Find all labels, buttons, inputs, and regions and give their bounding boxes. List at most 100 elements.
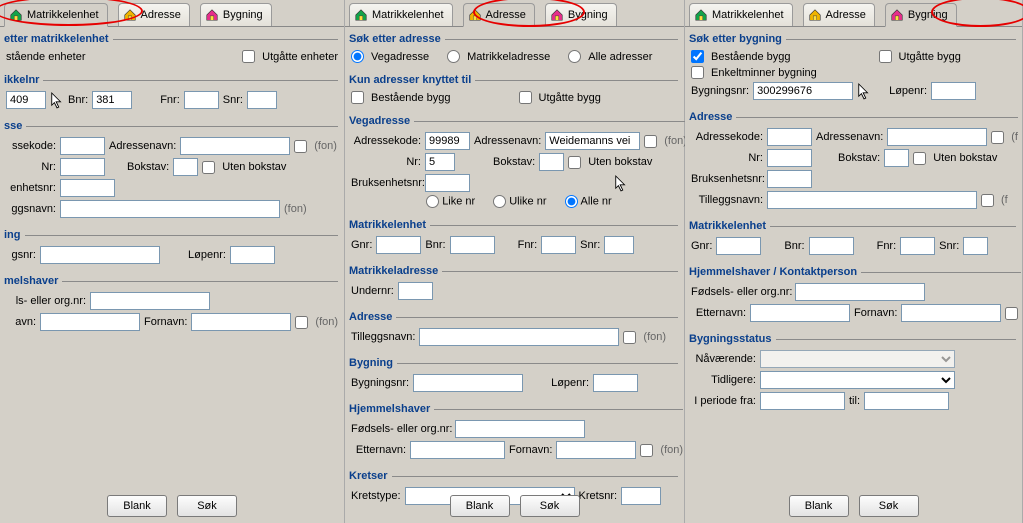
input-bygningsnr[interactable] xyxy=(413,374,523,392)
input-etternavn[interactable] xyxy=(750,304,850,322)
input-bokstav[interactable] xyxy=(884,149,909,167)
checkbox-utenbokstav[interactable] xyxy=(568,156,581,169)
input-fnr[interactable] xyxy=(184,91,219,109)
tab-adresse[interactable]: Adresse xyxy=(803,3,875,26)
search-button[interactable]: Søk xyxy=(520,495,580,517)
radio-alle[interactable] xyxy=(565,195,578,208)
checkbox-fon[interactable] xyxy=(991,131,1004,144)
blank-button[interactable]: Blank xyxy=(450,495,510,517)
input-bokstav[interactable] xyxy=(173,158,198,176)
radio-alleadresser[interactable] xyxy=(568,50,581,63)
checkbox-fon[interactable] xyxy=(294,140,307,153)
checkbox-bestaaende[interactable] xyxy=(691,50,704,63)
tab-bygning[interactable]: Bygning xyxy=(545,3,617,26)
radio-vegadresse[interactable] xyxy=(351,50,364,63)
blank-button[interactable]: Blank xyxy=(107,495,167,517)
search-button[interactable]: Søk xyxy=(177,495,237,517)
input-bnr[interactable] xyxy=(450,236,495,254)
input-periodetil[interactable] xyxy=(864,392,949,410)
input-tilleggsnavn[interactable] xyxy=(60,200,280,218)
input-bokstav[interactable] xyxy=(539,153,564,171)
input-adressenavn[interactable] xyxy=(180,137,290,155)
checkbox-utenbokstav[interactable] xyxy=(202,161,215,174)
input-adressenavn[interactable] xyxy=(545,132,640,150)
input-fornavn[interactable] xyxy=(556,441,636,459)
radio-ulike[interactable] xyxy=(493,195,506,208)
input-bygningsnr[interactable] xyxy=(40,246,160,264)
section-title: ing xyxy=(4,229,25,241)
checkbox-bestaaende[interactable] xyxy=(351,91,364,104)
select-tidligere[interactable] xyxy=(760,371,955,389)
radio-like[interactable] xyxy=(426,195,439,208)
input-adressenavn[interactable] xyxy=(887,128,987,146)
input-adressekode[interactable] xyxy=(60,137,105,155)
cursor-icon xyxy=(857,82,871,100)
label-utgaatte: Utgåtte bygg xyxy=(539,92,601,104)
checkbox-utgaatte[interactable] xyxy=(519,91,532,104)
label-adressenavn: Adressenavn: xyxy=(816,131,883,143)
input-bruksenhetsnr[interactable] xyxy=(60,179,115,197)
input-fornavn[interactable] xyxy=(191,313,291,331)
input-undernr[interactable] xyxy=(398,282,433,300)
checkbox-utgaatte[interactable] xyxy=(242,50,255,63)
radio-matrikkeladresse[interactable] xyxy=(447,50,460,63)
label-etternavn: Etternavn: xyxy=(691,307,746,319)
tab-adresse[interactable]: Adresse xyxy=(118,3,190,26)
section-hjemmelshaver: melshaver ls- eller org.nr: avn: Fornavn… xyxy=(6,275,338,336)
input-bruksenhetsnr[interactable] xyxy=(767,170,812,188)
input-adressekode[interactable] xyxy=(425,132,470,150)
tab-matrikkelenhet[interactable]: Matrikkelenhet xyxy=(349,3,453,26)
input-snr[interactable] xyxy=(604,236,634,254)
label-fodsels: ls- eller org.nr: xyxy=(6,295,86,307)
input-tilleggsnavn[interactable] xyxy=(767,191,977,209)
input-fornavn[interactable] xyxy=(901,304,1001,322)
search-button[interactable]: Søk xyxy=(859,495,919,517)
checkbox-fon[interactable] xyxy=(295,316,308,329)
checkbox-fon[interactable] xyxy=(1005,307,1018,320)
input-fodsels[interactable] xyxy=(455,420,585,438)
input-bygningsnr[interactable] xyxy=(753,82,853,100)
tab-matrikkelenhet[interactable]: Matrikkelenhet xyxy=(689,3,793,26)
checkbox-fon[interactable] xyxy=(981,194,994,207)
checkbox-fon[interactable] xyxy=(640,444,653,457)
input-bruksenhetsnr[interactable] xyxy=(425,174,470,192)
input-lopenr[interactable] xyxy=(931,82,976,100)
tab-bygning[interactable]: Bygning xyxy=(200,3,272,26)
checkbox-enkeltminner[interactable] xyxy=(691,66,704,79)
input-periodefra[interactable] xyxy=(760,392,845,410)
input-bnr[interactable] xyxy=(92,91,132,109)
checkbox-fon[interactable] xyxy=(644,135,657,148)
input-gnr[interactable] xyxy=(716,237,761,255)
input-etternavn[interactable] xyxy=(410,441,505,459)
input-nr[interactable] xyxy=(767,149,812,167)
input-gnr[interactable] xyxy=(376,236,421,254)
input-fodsels[interactable] xyxy=(795,283,925,301)
input-bnr[interactable] xyxy=(809,237,854,255)
input-nr[interactable] xyxy=(60,158,105,176)
input-etternavn[interactable] xyxy=(40,313,140,331)
tab-bygning[interactable]: Bygning xyxy=(885,3,957,27)
section-title: ikkelnr xyxy=(4,74,43,86)
input-fnr[interactable] xyxy=(541,236,576,254)
input-gnr[interactable] xyxy=(6,91,46,109)
label-til: til: xyxy=(849,395,860,407)
input-snr[interactable] xyxy=(247,91,277,109)
checkbox-utenbokstav[interactable] xyxy=(913,152,926,165)
tab-adresse[interactable]: Adresse xyxy=(463,3,535,27)
input-adressekode[interactable] xyxy=(767,128,812,146)
checkbox-fon[interactable] xyxy=(623,331,636,344)
input-lopenr[interactable] xyxy=(230,246,275,264)
select-naavaerende[interactable] xyxy=(760,350,955,368)
input-lopenr[interactable] xyxy=(593,374,638,392)
section-matrikkelenhet: Matrikkelenhet Gnr: Bnr: Fnr: Snr: xyxy=(351,219,678,259)
blank-button[interactable]: Blank xyxy=(789,495,849,517)
input-tilleggsnavn[interactable] xyxy=(419,328,619,346)
input-nr[interactable] xyxy=(425,153,455,171)
checkbox-utgaatte[interactable] xyxy=(879,50,892,63)
input-fodsels[interactable] xyxy=(90,292,210,310)
input-fnr[interactable] xyxy=(900,237,935,255)
tabs-panel3: Matrikkelenhet Adresse Bygning xyxy=(685,0,1022,27)
tab-matrikkelenhet[interactable]: Matrikkelenhet xyxy=(4,3,108,27)
label-nr: Nr: xyxy=(691,152,763,164)
input-snr[interactable] xyxy=(963,237,988,255)
